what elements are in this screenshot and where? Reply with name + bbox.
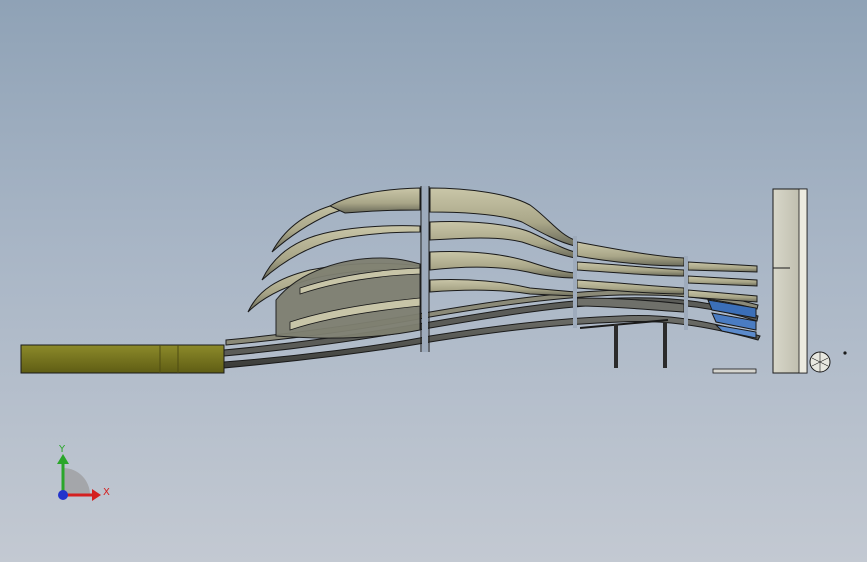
graphics-viewport[interactable]: Y X — [0, 0, 867, 562]
x-axis-label: X — [103, 487, 110, 498]
end-panel[interactable] — [772, 188, 847, 374]
x-axis-arrowhead — [92, 489, 101, 501]
center-divider — [420, 186, 430, 352]
z-axis-dot — [58, 490, 68, 500]
shell-upper-right[interactable] — [429, 187, 576, 297]
y-axis-arrowhead — [57, 454, 69, 464]
triad-plane-arc — [63, 468, 90, 495]
cad-model[interactable] — [0, 0, 867, 562]
shell-inner-left[interactable] — [275, 257, 421, 339]
y-axis-label: Y — [59, 444, 66, 455]
base-block[interactable] — [20, 344, 225, 374]
shell-fin-3[interactable] — [271, 187, 421, 253]
